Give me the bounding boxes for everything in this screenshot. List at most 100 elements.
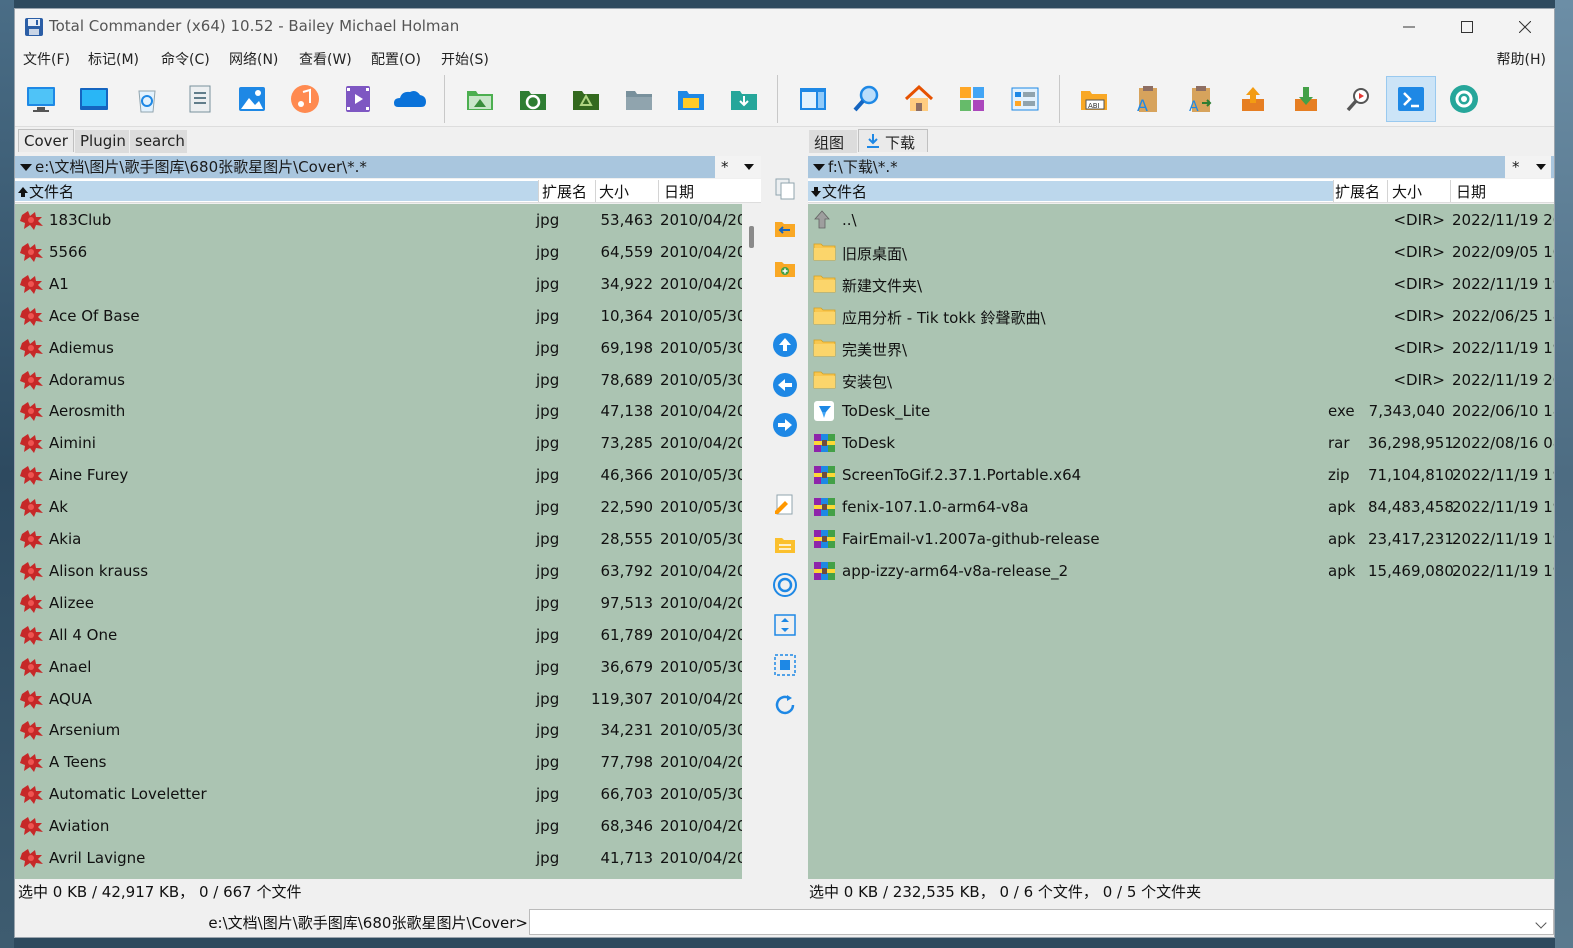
- file-row[interactable]: 完美世界\ <DIR> 2022/11/19 19:: [808, 332, 1554, 364]
- right-history-dropdown-icon[interactable]: [813, 164, 825, 171]
- search-button[interactable]: [841, 76, 891, 122]
- folder-window-button[interactable]: [666, 76, 716, 122]
- file-row[interactable]: 新建文件夹\ <DIR> 2022/11/19 19:: [808, 268, 1554, 300]
- file-row[interactable]: 旧原桌面\ <DIR> 2022/09/05 10:: [808, 236, 1554, 268]
- right-col-ext[interactable]: 扩展名: [1335, 181, 1380, 201]
- left-col-date[interactable]: 日期: [664, 181, 694, 201]
- left-scrollbar-thumb[interactable]: [749, 226, 754, 248]
- file-row[interactable]: 安装包\ <DIR> 2022/11/19 20:: [808, 364, 1554, 396]
- left-history-dropdown-icon[interactable]: [20, 164, 32, 171]
- parent-dir-button[interactable]: [771, 331, 799, 359]
- tab-downloads[interactable]: 下载: [858, 129, 928, 152]
- file-row[interactable]: Aviation jpg 68,346 2010/04/20: [15, 810, 742, 842]
- file-row[interactable]: A Teens jpg 77,798 2010/04/20: [15, 746, 742, 778]
- left-path-bar[interactable]: e:\文档\图片\歌手图库\680张歌星图片\Cover\*.* *: [15, 156, 761, 178]
- videos-button[interactable]: [333, 76, 383, 122]
- right-file-list[interactable]: ..\ <DIR> 2022/11/19 20: 旧原桌面\ <DIR> 2022/09/…: [808, 204, 1554, 879]
- tab-cover[interactable]: Cover: [18, 129, 74, 152]
- desktop-button[interactable]: [69, 76, 119, 122]
- file-row[interactable]: Akia jpg 28,555 2010/05/30: [15, 523, 742, 555]
- compare-button[interactable]: [771, 611, 799, 639]
- documents-button[interactable]: [175, 76, 225, 122]
- folder-download-button[interactable]: [719, 76, 769, 122]
- file-row[interactable]: Ace Of Base jpg 10,364 2010/05/30: [15, 300, 742, 332]
- left-col-name[interactable]: 文件名: [15, 181, 538, 201]
- maximize-button[interactable]: [1438, 9, 1496, 45]
- folder-abc-button[interactable]: ABI: [1069, 76, 1119, 122]
- folder-recycle-button[interactable]: [561, 76, 611, 122]
- menu-net[interactable]: 网络(N): [229, 49, 278, 69]
- file-row[interactable]: All 4 One jpg 61,789 2010/04/20: [15, 619, 742, 651]
- file-row[interactable]: ToDesk rar 36,298,9512022/08/16 08:: [808, 427, 1554, 459]
- file-row[interactable]: Aine Furey jpg 46,366 2010/05/30: [15, 459, 742, 491]
- menu-commands[interactable]: 命令(C): [161, 49, 210, 69]
- left-scrollbar[interactable]: [742, 204, 761, 879]
- menu-help[interactable]: 帮助(H): [1497, 49, 1546, 69]
- music-button[interactable]: [280, 76, 330, 122]
- menu-configuration[interactable]: 配置(O): [371, 49, 421, 69]
- close-button[interactable]: [1496, 9, 1554, 45]
- tab-plugin[interactable]: Plugin: [75, 130, 129, 153]
- view-button[interactable]: [771, 531, 799, 559]
- file-row[interactable]: AQUA jpg 119,307 2010/04/20: [15, 683, 742, 715]
- home-button[interactable]: [894, 76, 944, 122]
- forward-button[interactable]: [771, 411, 799, 439]
- menu-mark[interactable]: 标记(M): [88, 49, 139, 69]
- right-col-name[interactable]: 文件名: [808, 181, 1333, 201]
- minimize-button[interactable]: [1380, 9, 1438, 45]
- file-row[interactable]: 应用分析 - Tik tokk 鈴聲歌曲\ <DIR> 2022/06/25 18:: [808, 300, 1554, 332]
- file-row[interactable]: ScreenToGif.2.37.1.Portable.x64 zip 71,104…: [808, 459, 1554, 491]
- grid-view-button[interactable]: [947, 76, 997, 122]
- new-folder-button[interactable]: [771, 255, 799, 283]
- move-button[interactable]: [771, 215, 799, 243]
- rename-button[interactable]: A: [1175, 76, 1225, 122]
- menu-file[interactable]: 文件(F): [23, 49, 70, 69]
- file-row[interactable]: Arsenium jpg 34,231 2010/05/30: [15, 714, 742, 746]
- back-button[interactable]: [771, 371, 799, 399]
- file-row[interactable]: Avril Lavigne jpg 41,713 2010/04/20: [15, 842, 742, 874]
- file-row[interactable]: ..\ <DIR> 2022/11/19 20:: [808, 204, 1554, 236]
- terminal-button[interactable]: [1386, 76, 1436, 122]
- file-row[interactable]: Aerosmith jpg 47,138 2010/04/20: [15, 395, 742, 427]
- right-filter-dropdown-icon[interactable]: [1536, 164, 1546, 170]
- panel-view-button[interactable]: [788, 76, 838, 122]
- file-row[interactable]: Aimini jpg 73,285 2010/04/20: [15, 427, 742, 459]
- text-copy-button[interactable]: A: [1122, 76, 1172, 122]
- refresh-button[interactable]: [771, 691, 799, 719]
- menu-start[interactable]: 开始(S): [441, 49, 489, 69]
- file-row[interactable]: 5566 jpg 64,559 2010/04/20: [15, 236, 742, 268]
- right-path-bar[interactable]: f:\下载\*.* *: [808, 156, 1554, 178]
- recycle-bin-button[interactable]: [122, 76, 172, 122]
- file-row[interactable]: Anael jpg 36,679 2010/05/30: [15, 651, 742, 683]
- settings-button[interactable]: [1439, 76, 1489, 122]
- file-row[interactable]: app-izzy-arm64-v8a-release_2 apk 15,469,08…: [808, 555, 1554, 587]
- find-button[interactable]: [1334, 76, 1384, 122]
- file-row[interactable]: A1 jpg 34,922 2010/04/20: [15, 268, 742, 300]
- left-col-size[interactable]: 大小: [599, 181, 629, 201]
- upload-button[interactable]: [1228, 76, 1278, 122]
- file-row[interactable]: Alison krauss jpg 63,792 2010/04/20: [15, 555, 742, 587]
- pictures-button[interactable]: [227, 76, 277, 122]
- file-row[interactable]: Adiemus jpg 69,198 2010/05/30: [15, 332, 742, 364]
- copy-button[interactable]: [771, 175, 799, 203]
- menu-show[interactable]: 查看(W): [299, 49, 352, 69]
- tab-gallery[interactable]: 组图: [809, 130, 857, 153]
- folder-refresh-button[interactable]: [508, 76, 558, 122]
- title-bar[interactable]: Total Commander (x64) 10.52 - Bailey Mic…: [15, 9, 1554, 45]
- left-col-ext[interactable]: 扩展名: [542, 181, 587, 201]
- right-col-size[interactable]: 大小: [1392, 181, 1422, 201]
- right-col-date[interactable]: 日期: [1456, 181, 1486, 201]
- download-button[interactable]: [1281, 76, 1331, 122]
- sync-button[interactable]: [771, 571, 799, 599]
- file-row[interactable]: ToDesk_Lite exe 7,343,040 2022/06/10 18:: [808, 395, 1554, 427]
- computer-button[interactable]: [16, 76, 66, 122]
- edit-button[interactable]: [771, 491, 799, 519]
- file-row[interactable]: 183Club jpg 53,463 2010/04/20: [15, 204, 742, 236]
- file-row[interactable]: FairEmail-v1.2007a-github-release apk 23,4…: [808, 523, 1554, 555]
- chevron-down-icon[interactable]: [1535, 917, 1547, 929]
- command-line-input[interactable]: [529, 909, 1554, 935]
- onedrive-button[interactable]: [385, 76, 435, 122]
- select-all-button[interactable]: [771, 651, 799, 679]
- folder-grey-button[interactable]: [614, 76, 664, 122]
- file-row[interactable]: Adoramus jpg 78,689 2010/05/30: [15, 364, 742, 396]
